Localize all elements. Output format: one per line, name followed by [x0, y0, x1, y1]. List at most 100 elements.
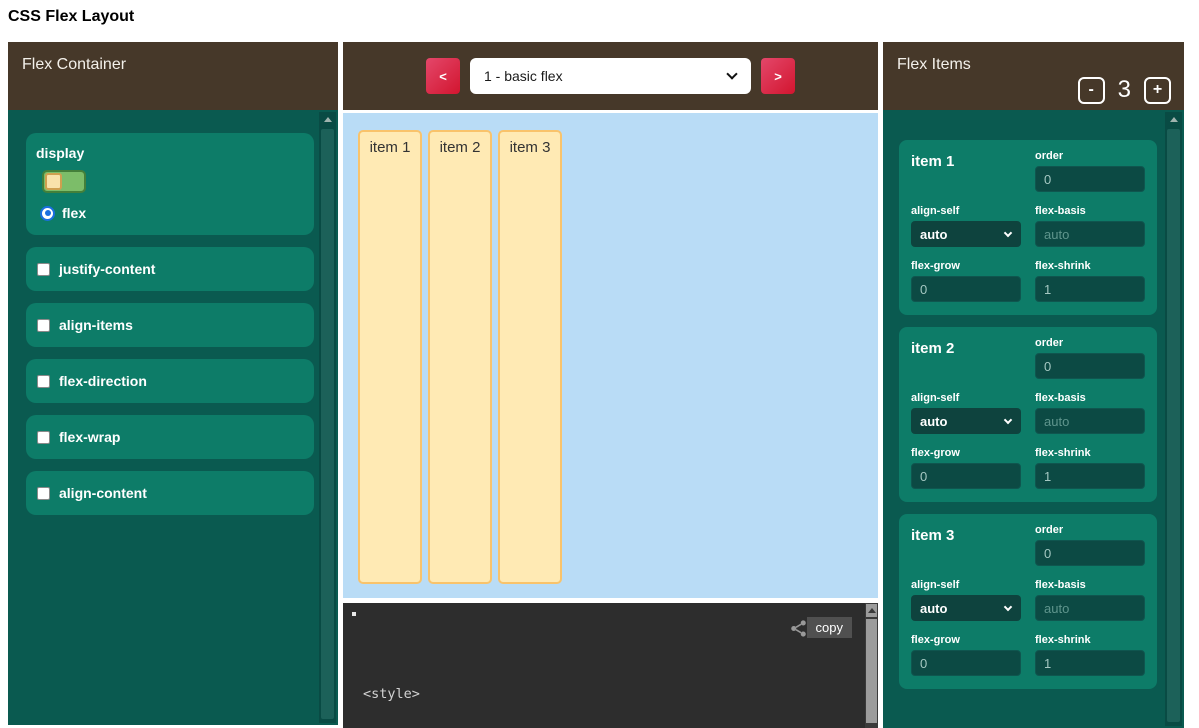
flex-container-panel-title: Flex Container	[22, 56, 126, 73]
flex-basis-input[interactable]	[1035, 408, 1145, 434]
property-card-flex-direction: flex-direction	[26, 359, 314, 403]
flex-basis-label: flex-basis	[1035, 205, 1145, 217]
chevron-down-icon	[1004, 416, 1012, 424]
flex-basis-field: flex-basis	[1035, 579, 1145, 624]
flex-grow-label: flex-grow	[911, 447, 1021, 459]
item-counter: - 3 +	[1078, 76, 1171, 104]
flex-items-scrollbar	[1165, 112, 1182, 726]
order-label: order	[1035, 150, 1145, 162]
increase-items-button[interactable]: +	[1144, 77, 1171, 104]
page-title: CSS Flex Layout	[8, 8, 134, 26]
copy-button[interactable]: copy	[807, 617, 852, 638]
item-card-3: item 3 order align-self auto flex-basis	[899, 514, 1157, 689]
flex-shrink-input[interactable]	[1035, 463, 1145, 489]
align-self-field: align-self auto	[911, 579, 1021, 624]
preview-item-2: item 2	[428, 130, 492, 584]
align-self-value: auto	[920, 601, 947, 616]
flex-grow-field: flex-grow	[911, 260, 1021, 305]
flex-direction-checkbox[interactable]	[37, 375, 50, 388]
property-card-align-content: align-content	[26, 471, 314, 515]
flex-shrink-label: flex-shrink	[1035, 634, 1145, 646]
scrollbar-thumb[interactable]	[1167, 129, 1180, 722]
item-card-2: item 2 order align-self auto flex-basis	[899, 327, 1157, 502]
scroll-up-arrow	[868, 608, 876, 613]
flex-grow-label: flex-grow	[911, 260, 1021, 272]
order-label: order	[1035, 524, 1145, 536]
flex-grow-input[interactable]	[911, 650, 1021, 676]
chevron-down-icon	[1004, 229, 1012, 237]
align-items-checkbox[interactable]	[37, 319, 50, 332]
display-card: display flex	[26, 133, 314, 235]
align-self-field: align-self auto	[911, 392, 1021, 437]
flex-radio-label: flex	[62, 205, 86, 221]
property-card-flex-wrap: flex-wrap	[26, 415, 314, 459]
decrease-items-button[interactable]: -	[1078, 77, 1105, 104]
flex-shrink-field: flex-shrink	[1035, 634, 1145, 679]
flex-container-panel-body: display flex justify-content align-items	[8, 110, 338, 725]
order-input[interactable]	[1035, 353, 1145, 379]
preview-item-3: item 3	[498, 130, 562, 584]
flex-basis-label: flex-basis	[1035, 392, 1145, 404]
flex-basis-label: flex-basis	[1035, 579, 1145, 591]
align-self-select[interactable]: auto	[911, 408, 1021, 434]
page: CSS Flex Layout Flex Container display f…	[0, 0, 1199, 728]
property-card-justify-content: justify-content	[26, 247, 314, 291]
flex-basis-field: flex-basis	[1035, 392, 1145, 437]
code-scroll-up-button[interactable]	[866, 604, 877, 617]
scrollbar-thumb[interactable]	[321, 129, 334, 719]
align-self-label: align-self	[911, 579, 1021, 591]
flex-shrink-label: flex-shrink	[1035, 447, 1145, 459]
flex-items-panel-title: Flex Items	[897, 56, 971, 73]
flex-grow-field: flex-grow	[911, 447, 1021, 492]
flex-basis-input[interactable]	[1035, 221, 1145, 247]
next-example-button[interactable]: >	[761, 58, 795, 94]
align-self-select[interactable]: auto	[911, 221, 1021, 247]
flex-container-panel: Flex Container display flex justify-cont…	[8, 42, 338, 725]
align-self-label: align-self	[911, 205, 1021, 217]
flex-radio-dot	[45, 210, 51, 216]
item-count: 3	[1118, 76, 1131, 104]
align-self-label: align-self	[911, 392, 1021, 404]
prev-example-button[interactable]: <	[426, 58, 460, 94]
order-field: order	[1035, 524, 1145, 569]
scroll-up-arrow[interactable]	[324, 117, 332, 122]
flex-shrink-input[interactable]	[1035, 276, 1145, 302]
flex-grow-field: flex-grow	[911, 634, 1021, 679]
scroll-up-arrow[interactable]	[1170, 117, 1178, 122]
flex-items-panel-body: item 1 order align-self auto flex-basis	[883, 110, 1184, 728]
align-content-label: align-content	[59, 485, 147, 501]
text-cursor	[352, 612, 356, 616]
align-content-checkbox[interactable]	[37, 487, 50, 500]
flex-grow-input[interactable]	[911, 276, 1021, 302]
share-icon[interactable]	[789, 619, 808, 638]
flex-shrink-field: flex-shrink	[1035, 447, 1145, 492]
code-block: copy <style> .flex-container { display: …	[343, 603, 878, 728]
order-input[interactable]	[1035, 166, 1145, 192]
justify-content-checkbox[interactable]	[37, 263, 50, 276]
item-card-title: item 3	[911, 524, 1021, 569]
flex-basis-input[interactable]	[1035, 595, 1145, 621]
align-self-select[interactable]: auto	[911, 595, 1021, 621]
code-scrollbar	[865, 603, 878, 728]
order-input[interactable]	[1035, 540, 1145, 566]
display-toggle[interactable]	[42, 170, 86, 193]
flex-grow-input[interactable]	[911, 463, 1021, 489]
flex-basis-field: flex-basis	[1035, 205, 1145, 250]
order-field: order	[1035, 337, 1145, 382]
flex-radio[interactable]	[40, 206, 55, 221]
property-card-align-items: align-items	[26, 303, 314, 347]
chevron-down-icon	[1004, 603, 1012, 611]
display-label: display	[36, 145, 304, 161]
item-card-1: item 1 order align-self auto flex-basis	[899, 140, 1157, 315]
flex-shrink-input[interactable]	[1035, 650, 1145, 676]
example-nav-bar: < 1 - basic flex >	[343, 42, 878, 110]
align-self-value: auto	[920, 414, 947, 429]
example-select[interactable]: 1 - basic flex	[470, 58, 751, 94]
item-card-title: item 1	[911, 150, 1021, 195]
code-scrollbar-thumb[interactable]	[866, 619, 877, 723]
flex-items-panel-header: Flex Items - 3 +	[883, 42, 1184, 110]
flex-wrap-label: flex-wrap	[59, 429, 120, 445]
flex-grow-label: flex-grow	[911, 634, 1021, 646]
flex-wrap-checkbox[interactable]	[37, 431, 50, 444]
flex-shrink-label: flex-shrink	[1035, 260, 1145, 272]
